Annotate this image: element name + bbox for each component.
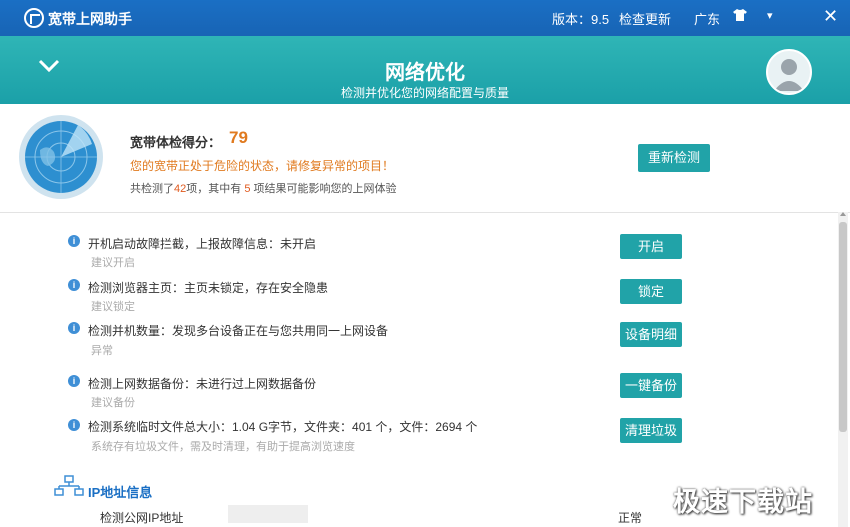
network-icon [54, 475, 84, 497]
tshirt-icon[interactable] [733, 9, 747, 24]
item-hint: 系统存有垃圾文件，需及时清理，有助于提高浏览速度 [91, 441, 355, 453]
scroll-up-icon[interactable] [840, 212, 846, 216]
item-title: 开机启动故障拦截，上报故障信息：未开启 [88, 237, 317, 251]
ip-section-title: IP地址信息 [88, 485, 153, 500]
scrollbar[interactable] [838, 212, 848, 527]
item-hint: 建议开启 [91, 257, 135, 269]
region-selector[interactable]: 广东 [694, 9, 720, 28]
ip-row-value-redacted [228, 505, 308, 523]
close-icon[interactable]: ✕ [823, 6, 838, 27]
score-summary: 共检测了42项，其中有 5 项结果可能影响您的上网体验 [130, 183, 397, 195]
issue-count: 5 [244, 183, 251, 195]
backup-button[interactable]: 一键备份 [620, 373, 682, 398]
title-bar: 宽带上网助手 版本：9.5 检查更新 广东 ▾ ✕ [0, 0, 850, 36]
info-icon: i [68, 279, 80, 291]
enable-button[interactable]: 开启 [620, 234, 682, 259]
score-warning: 您的宽带正处于危险的状态，请修复异常的项目！ [130, 159, 395, 173]
scroll-thumb[interactable] [839, 222, 847, 432]
score-label: 宽带体检得分： [130, 135, 222, 150]
recheck-button[interactable]: 重新检测 [638, 144, 710, 172]
item-hint: 建议锁定 [91, 301, 135, 313]
item-title: 检测并机数量：发现多台设备正在与您共用同一上网设备 [88, 324, 389, 338]
score-value: 79 [229, 128, 248, 147]
score-panel: 宽带体检得分： 79 您的宽带正处于危险的状态，请修复异常的项目！ 共检测了42… [0, 104, 850, 213]
ip-row-label: 检测公网IP地址 [100, 511, 184, 525]
lock-button[interactable]: 锁定 [620, 279, 682, 304]
watermark: 极速下载站 [673, 487, 813, 517]
radar-icon [18, 114, 104, 200]
item-title: 检测浏览器主页：主页未锁定，存在安全隐患 [88, 281, 329, 295]
item-hint: 异常 [91, 345, 113, 357]
item-hint: 建议备份 [91, 397, 135, 409]
info-icon: i [68, 322, 80, 334]
app-logo-icon [24, 8, 44, 28]
check-update-link[interactable]: 检查更新 [619, 9, 671, 28]
info-icon: i [68, 419, 80, 431]
info-icon: i [68, 235, 80, 247]
menu-dropdown-icon[interactable]: ▾ [767, 9, 773, 22]
info-icon: i [68, 375, 80, 387]
page-title: 网络优化 [385, 62, 465, 84]
app-title: 宽带上网助手 [48, 11, 132, 27]
page-subtitle: 检测并优化您的网络配置与质量 [340, 86, 509, 100]
clean-junk-button[interactable]: 清理垃圾 [620, 418, 682, 443]
ip-row-status: 正常 [618, 511, 643, 525]
total-count: 42 [174, 183, 187, 195]
user-avatar-icon[interactable] [766, 49, 812, 95]
item-title: 检测系统临时文件总大小：1.04 G字节，文件夹：401 个，文件：2694 个 [88, 420, 478, 434]
item-title: 检测上网数据备份：未进行过上网数据备份 [88, 377, 317, 391]
version-label: 版本：9.5 [552, 12, 610, 27]
device-detail-button[interactable]: 设备明细 [620, 322, 682, 347]
page-header: 网络优化 检测并优化您的网络配置与质量 [0, 36, 850, 104]
